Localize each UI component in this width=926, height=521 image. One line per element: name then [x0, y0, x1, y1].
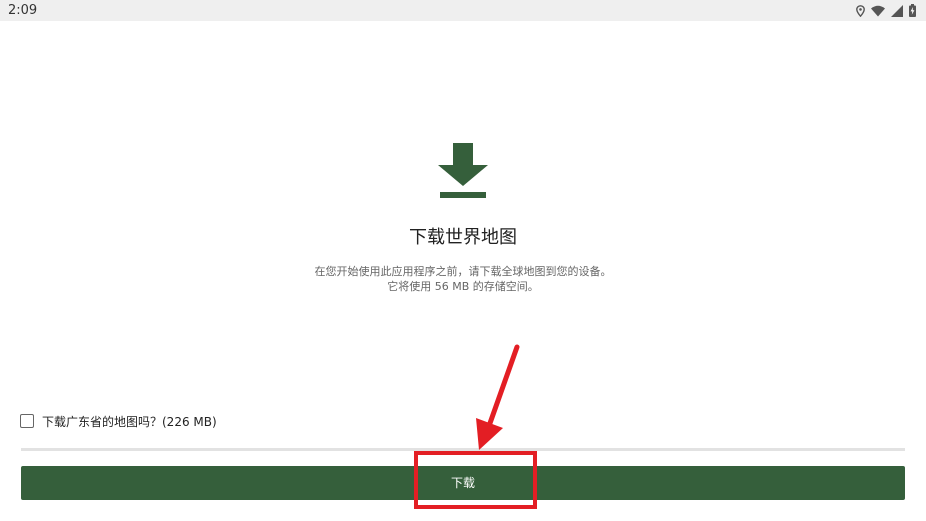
status-icons — [856, 3, 916, 18]
annotation-highlight-box — [414, 451, 537, 509]
download-icon — [438, 143, 488, 200]
annotation-arrow — [476, 344, 520, 450]
region-map-checkbox[interactable] — [20, 414, 34, 428]
description-line-2: 它将使用 56 MB 的存储空间。 — [387, 280, 539, 293]
region-map-checkbox-row[interactable]: 下载广东省的地图吗？(226 MB) — [20, 412, 217, 430]
signal-icon — [891, 4, 903, 17]
region-map-checkbox-label[interactable]: 下载广东省的地图吗？(226 MB) — [42, 413, 217, 430]
battery-icon — [909, 4, 916, 17]
page-title: 下载世界地图 — [409, 227, 517, 248]
status-bar: 2:09 — [0, 0, 926, 21]
location-icon — [856, 4, 865, 17]
description: 在您开始使用此应用程序之前，请下载全球地图到您的设备。 它将使用 56 MB 的… — [0, 264, 926, 294]
description-line-1: 在您开始使用此应用程序之前，请下载全球地图到您的设备。 — [314, 265, 612, 278]
status-time: 2:09 — [8, 3, 38, 18]
wifi-icon — [871, 5, 885, 17]
